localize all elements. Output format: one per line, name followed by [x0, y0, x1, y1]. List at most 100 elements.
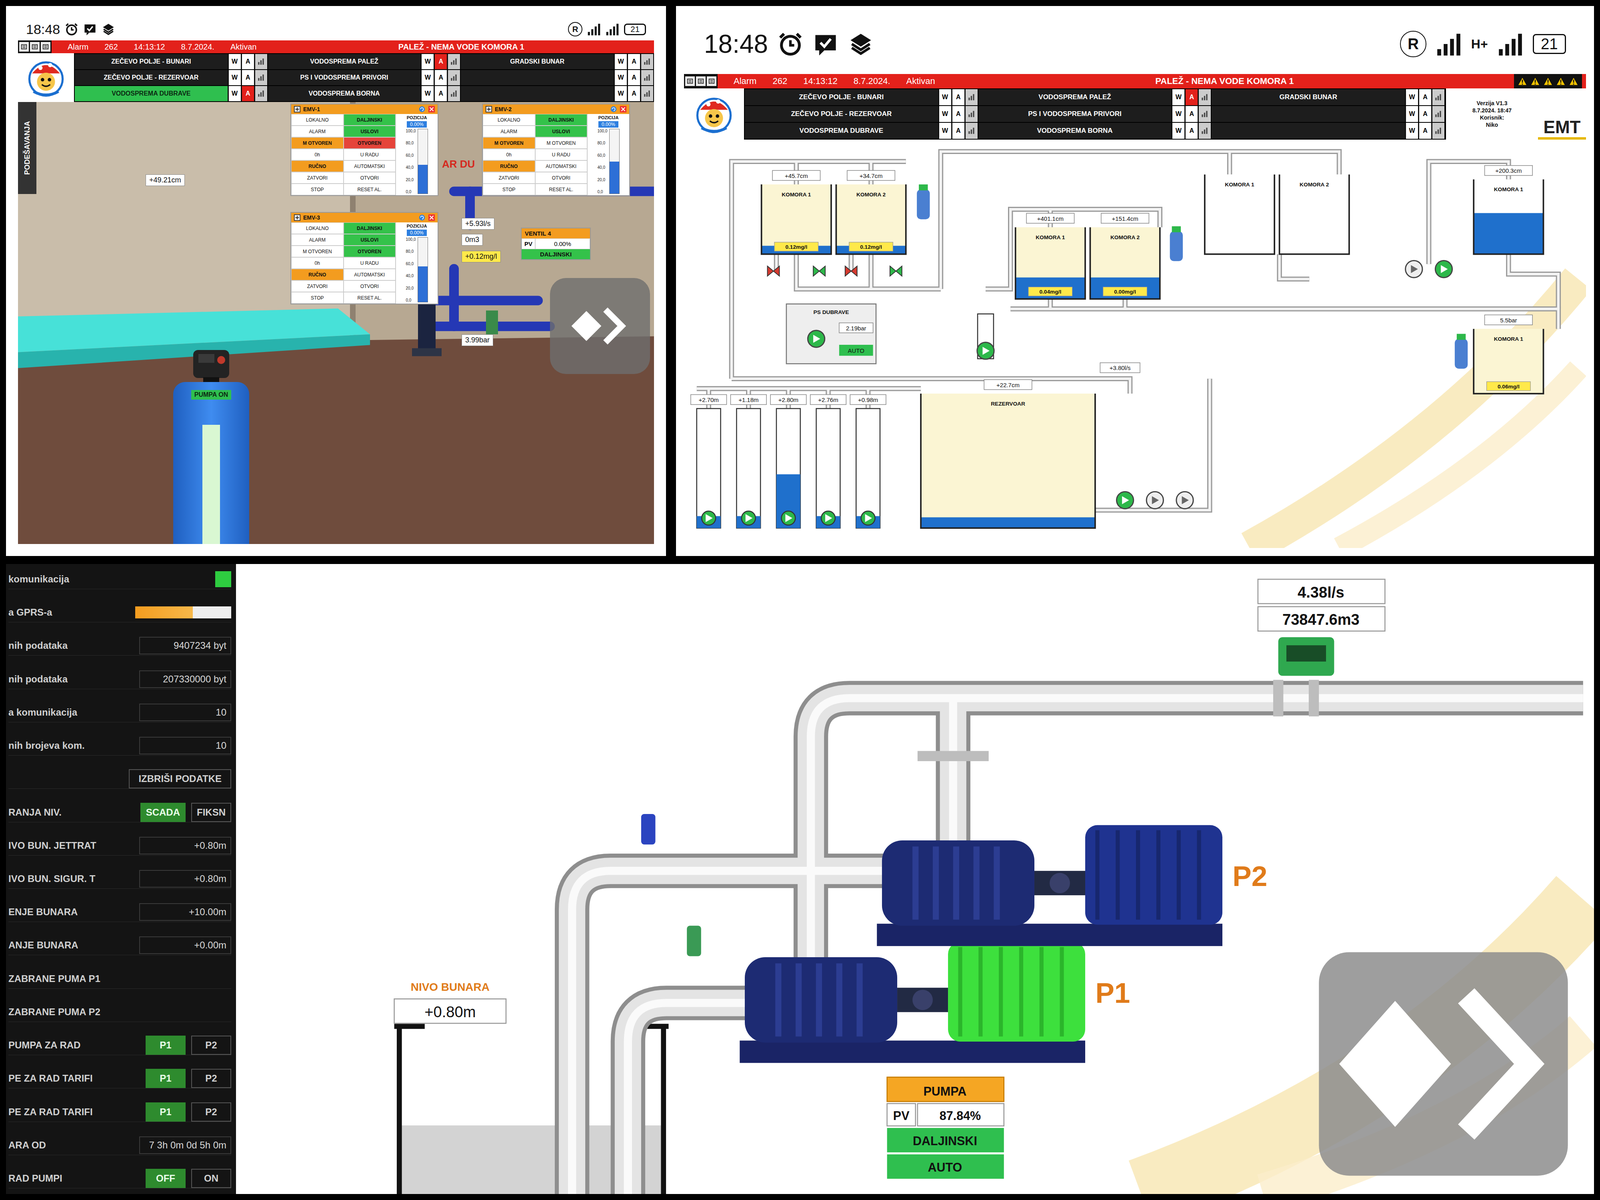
nav-item[interactable]: WA: [460, 70, 654, 86]
pump[interactable]: [1116, 491, 1134, 509]
valve-state-cell[interactable]: RESET AL.: [535, 183, 588, 196]
nav-button[interactable]: W: [421, 86, 434, 102]
well[interactable]: +0.98m: [850, 394, 886, 529]
tank[interactable]: KOMORA 2+151.4cm0.00mg/l: [1090, 213, 1160, 299]
nav-item[interactable]: VODOSPREMA DUBRAVE WA: [744, 122, 978, 139]
valve-state-cell[interactable]: RUČNO: [291, 160, 344, 172]
nav-button[interactable]: W: [228, 54, 241, 70]
valve-icon[interactable]: [890, 266, 902, 276]
trend-button[interactable]: [965, 106, 978, 122]
valve-state-cell[interactable]: U RADU: [343, 257, 396, 269]
nav-button[interactable]: A: [628, 70, 640, 86]
pump[interactable]: [977, 342, 994, 360]
valve-state-cell[interactable]: OTVOREN: [343, 137, 396, 149]
option-button[interactable]: P2: [191, 1102, 232, 1122]
well[interactable]: +2.76m: [810, 394, 847, 529]
nav-label[interactable]: [1211, 122, 1405, 139]
nav-item[interactable]: VODOSPREMA PALEŽ WA: [268, 54, 461, 70]
nav-button[interactable]: W: [614, 54, 627, 70]
setting-value[interactable]: +10.00m: [139, 903, 232, 921]
valve-state-cell[interactable]: ZATVORI: [291, 172, 344, 184]
valve-state-cell[interactable]: STOP: [291, 292, 344, 304]
valve-state-cell[interactable]: M OTVOREN: [482, 137, 536, 149]
trend-button[interactable]: [255, 70, 268, 86]
toolbar-icon[interactable]: [685, 76, 695, 86]
nav-button[interactable]: A: [242, 54, 254, 70]
nav-button[interactable]: W: [614, 86, 627, 102]
nav-button[interactable]: A: [1185, 89, 1198, 106]
nav-button[interactable]: W: [421, 70, 434, 86]
warning-icon[interactable]: [1542, 76, 1554, 87]
nav-button[interactable]: A: [1185, 106, 1198, 122]
nav-label[interactable]: VODOSPREMA DUBRAVE: [74, 86, 228, 102]
close-icon[interactable]: [619, 105, 627, 113]
valve-state-cell[interactable]: 0h: [291, 257, 344, 269]
valve-state-cell[interactable]: RUČNO: [291, 268, 344, 281]
nav-label[interactable]: PS I VODOSPREMA PRIVORI: [268, 70, 421, 86]
nav-button[interactable]: W: [939, 122, 952, 139]
clear-data-button[interactable]: IZBRIŠI PODATKE: [128, 769, 232, 789]
nav-item[interactable]: WA: [1211, 122, 1445, 139]
nav-button[interactable]: W: [1406, 122, 1418, 139]
trend-button[interactable]: [1432, 106, 1445, 122]
valve-state-cell[interactable]: AUTOMATSKI: [535, 160, 588, 172]
nav-button[interactable]: W: [939, 89, 952, 106]
tank[interactable]: KOMORA 1+45.7cm0.12mg/l: [761, 170, 832, 254]
nav-button[interactable]: A: [242, 86, 254, 102]
trend-button[interactable]: [448, 70, 460, 86]
valve-state-cell[interactable]: OTVORI: [535, 172, 588, 184]
nav-button[interactable]: W: [421, 54, 434, 70]
valve-state-cell[interactable]: 0h: [291, 148, 344, 161]
valve-state-cell[interactable]: DALJINSKI: [343, 114, 396, 126]
trend-button[interactable]: [1198, 89, 1211, 106]
nav-button[interactable]: A: [628, 54, 640, 70]
nav-label[interactable]: ZEČEVO POLJE - BUNARI: [74, 54, 228, 70]
nav-button[interactable]: W: [228, 86, 241, 102]
valve-state-cell[interactable]: USLOVI: [343, 125, 396, 138]
pump[interactable]: P1: [739, 942, 1130, 1063]
nav-item[interactable]: VODOSPREMA BORNA WA: [978, 122, 1212, 139]
nav-item[interactable]: GRADSKI BUNAR WA: [1211, 89, 1445, 106]
option-button[interactable]: OFF: [145, 1168, 186, 1188]
settings-tab[interactable]: PODEŠAVANJA: [18, 102, 37, 194]
warning-icon[interactable]: [1555, 76, 1566, 87]
nav-label[interactable]: [1211, 106, 1405, 122]
trend-button[interactable]: [255, 86, 268, 102]
nav-button[interactable]: A: [434, 54, 447, 70]
well[interactable]: +2.80m: [770, 394, 807, 529]
trend-button[interactable]: [1432, 89, 1445, 106]
tank[interactable]: KOMORA 1+200.3cm: [1473, 165, 1544, 255]
valve-icon[interactable]: [767, 266, 780, 276]
nav-label[interactable]: VODOSPREMA PALEŽ: [978, 89, 1172, 106]
nav-label[interactable]: VODOSPREMA BORNA: [268, 86, 421, 102]
nav-label[interactable]: GRADSKI BUNAR: [460, 54, 614, 70]
valve-state-cell[interactable]: OTVOREN: [343, 245, 396, 258]
option-button[interactable]: FIKSN: [191, 802, 232, 822]
nav-button[interactable]: A: [1419, 122, 1432, 139]
valve-state-cell[interactable]: 0h: [482, 148, 536, 161]
valve-state-cell[interactable]: DALJINSKI: [535, 114, 588, 126]
nav-item[interactable]: ZEČEVO POLJE - BUNARI WA: [744, 89, 978, 106]
trend-button[interactable]: [641, 54, 654, 70]
nav-item[interactable]: ZEČEVO POLJE - BUNARI WA: [74, 54, 268, 70]
tank[interactable]: KOMORA 15.5bar0.06mg/l: [1473, 314, 1544, 394]
option-button[interactable]: ON: [191, 1168, 232, 1188]
valve-state-cell[interactable]: ZATVORI: [291, 280, 344, 292]
nav-label[interactable]: VODOSPREMA BORNA: [978, 122, 1172, 139]
nav-label[interactable]: [460, 70, 614, 86]
pump[interactable]: P2: [876, 825, 1268, 946]
setting-value[interactable]: 9407234 byt: [139, 636, 232, 655]
nav-label[interactable]: PS I VODOSPREMA PRIVORI: [978, 106, 1172, 122]
nav-label[interactable]: ZEČEVO POLJE - BUNARI: [744, 89, 938, 106]
option-button[interactable]: P2: [191, 1068, 232, 1088]
trend-button[interactable]: [448, 86, 460, 102]
option-button[interactable]: P1: [145, 1068, 186, 1088]
nav-label[interactable]: GRADSKI BUNAR: [1211, 89, 1405, 106]
close-icon[interactable]: [428, 105, 436, 113]
refresh-icon[interactable]: [610, 105, 618, 113]
pump[interactable]: [1405, 260, 1423, 278]
trend-button[interactable]: [255, 54, 268, 70]
valve-state-cell[interactable]: LOKALNO: [482, 114, 536, 126]
pump-control-panel[interactable]: PUMPAPV87.84%DALJINSKIAUTO: [887, 1077, 1004, 1179]
nav-button[interactable]: W: [228, 70, 241, 86]
